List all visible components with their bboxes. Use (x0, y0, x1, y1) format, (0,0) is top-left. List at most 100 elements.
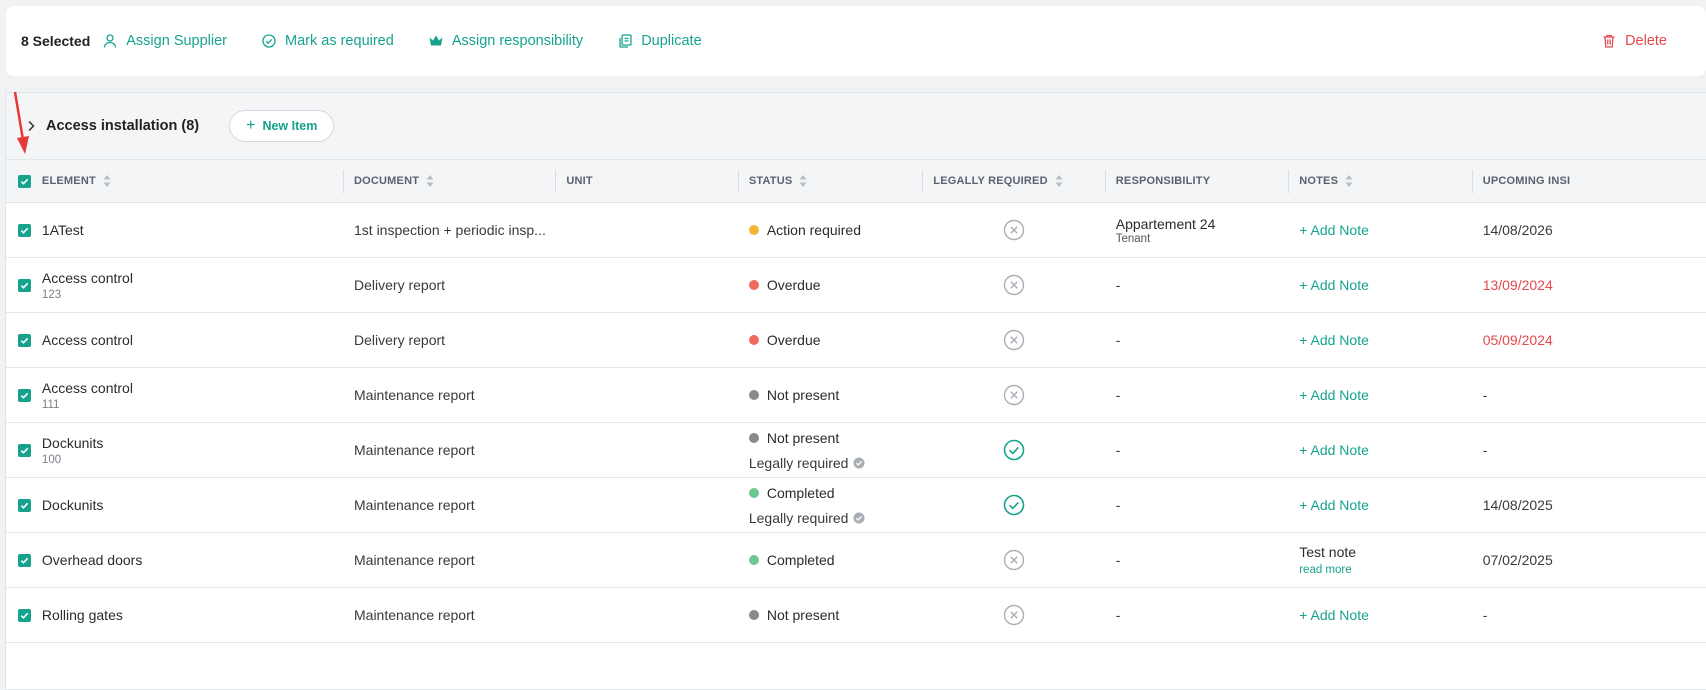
status-label: Overdue (766, 277, 821, 293)
status-dot-icon (748, 225, 759, 235)
responsibility-name: - (1115, 607, 1121, 623)
group-header: Access installation (8) + New Item (6, 93, 1706, 160)
row-checkbox-cell (6, 588, 41, 642)
table-row[interactable]: Dockunits 100 Maintenance report Not presen… (6, 423, 1706, 478)
column-header-unit: UNIT (555, 160, 737, 202)
duplicate-button[interactable]: Duplicate (617, 33, 702, 49)
unit-cell (555, 313, 737, 367)
sort-icon[interactable] (1345, 174, 1353, 188)
add-note-link[interactable]: + Add Note (1299, 332, 1369, 348)
row-checkbox[interactable] (18, 223, 31, 237)
notes-cell: + Add Note (1288, 478, 1471, 532)
add-note-link[interactable]: + Add Note (1299, 387, 1369, 403)
add-note-link[interactable]: + Add Note (1299, 277, 1369, 293)
notes-cell: + Add Note (1288, 423, 1471, 477)
sort-icon[interactable] (1055, 174, 1063, 188)
row-checkbox[interactable] (18, 278, 31, 292)
responsibility-cell: - (1105, 258, 1288, 312)
column-header-legally-required[interactable]: LEGALLY REQUIRED (922, 160, 1104, 202)
column-header-notes[interactable]: NOTES (1288, 160, 1471, 202)
row-checkbox[interactable] (18, 388, 31, 402)
upcoming-inspection-cell: - (1472, 368, 1706, 422)
document-cell: Delivery report (343, 313, 555, 367)
upcoming-inspection-cell: 13/09/2024 (1472, 258, 1706, 312)
document-name: Delivery report (354, 277, 446, 293)
responsibility-name: - (1115, 497, 1121, 513)
document-cell: Maintenance report (343, 588, 555, 642)
mark-required-button[interactable]: Mark as required (261, 33, 394, 49)
column-label: STATUS (748, 175, 793, 187)
read-more-link[interactable]: read more (1299, 564, 1356, 576)
notes-cell: + Add Note (1288, 368, 1471, 422)
copy-icon (617, 33, 633, 49)
column-header-document[interactable]: DOCUMENT (342, 160, 555, 202)
element-name: Access control (41, 332, 133, 348)
bulk-action-toolbar: 8 Selected Assign Supplier Mark as requi… (6, 6, 1706, 76)
table-row[interactable]: Access control 123 Delivery report Overdue -… (6, 258, 1706, 313)
table-row[interactable]: Dockunits Maintenance report Completed Lega… (6, 478, 1706, 533)
check-circle-icon[interactable] (1003, 494, 1025, 516)
sort-icon[interactable] (426, 174, 434, 188)
add-note-link[interactable]: + Add Note (1299, 497, 1369, 513)
unit-cell (555, 478, 737, 532)
upcoming-date: 14/08/2026 (1482, 222, 1553, 238)
x-circle-icon[interactable] (1003, 604, 1025, 626)
row-checkbox[interactable] (18, 443, 31, 457)
row-checkbox[interactable] (18, 553, 31, 567)
status-dot-icon (748, 335, 759, 345)
x-circle-icon[interactable] (1003, 274, 1025, 296)
assign-supplier-button[interactable]: Assign Supplier (102, 33, 227, 49)
new-item-button[interactable]: + New Item (229, 110, 335, 142)
add-note-link[interactable]: + Add Note (1299, 222, 1369, 238)
x-circle-icon[interactable] (1003, 329, 1025, 351)
row-checkbox-cell (6, 423, 41, 477)
table-row[interactable]: Access control Delivery report Overdue - + A… (6, 313, 1706, 368)
unit-cell (555, 588, 737, 642)
row-checkbox-cell (6, 368, 41, 422)
add-note-link[interactable]: + Add Note (1299, 442, 1369, 458)
sort-icon[interactable] (799, 174, 807, 188)
element-name: Dockunits (41, 497, 104, 513)
chevron-right-icon[interactable] (24, 119, 38, 133)
row-checkbox[interactable] (18, 498, 31, 512)
legally-required-cell (922, 588, 1104, 642)
check-circle-icon[interactable] (1003, 439, 1025, 461)
element-sub-id: 100 (41, 453, 62, 466)
upcoming-inspection-cell: 07/02/2025 (1472, 533, 1706, 587)
status-dot-icon (748, 555, 759, 565)
column-header-upcoming-inspection[interactable]: UPCOMING INSI (1471, 160, 1706, 202)
column-header-element[interactable]: ELEMENT (41, 160, 343, 202)
status-cell: Completed Legally required (738, 478, 922, 532)
row-checkbox-cell (6, 258, 41, 312)
delete-button[interactable]: Delete (1601, 33, 1667, 49)
x-circle-icon[interactable] (1003, 384, 1025, 406)
upcoming-inspection-cell: - (1472, 423, 1706, 477)
column-label: LEGALLY REQUIRED (933, 175, 1048, 187)
assign-responsibility-button[interactable]: Assign responsibility (428, 33, 583, 49)
row-checkbox[interactable] (18, 608, 31, 622)
row-checkbox[interactable] (18, 333, 31, 347)
element-name: Access control (41, 269, 133, 286)
column-header-status[interactable]: STATUS (737, 160, 922, 202)
table-row[interactable]: 1ATest 1st inspection + periodic insp... A… (6, 203, 1706, 258)
add-note-link[interactable]: + Add Note (1299, 607, 1369, 623)
duplicate-label: Duplicate (641, 33, 702, 49)
document-name: Maintenance report (354, 607, 475, 623)
select-all-checkbox[interactable] (18, 174, 31, 188)
status-dot-icon (748, 610, 759, 620)
x-circle-icon[interactable] (1003, 549, 1025, 571)
unit-cell (555, 258, 737, 312)
element-name: Rolling gates (41, 607, 123, 623)
element-name: 1ATest (41, 222, 84, 238)
table-row[interactable]: Rolling gates Maintenance report Not prese… (6, 588, 1706, 643)
element-table-panel: Access installation (8) + New Item ELEME… (5, 92, 1706, 690)
element-name: Overhead doors (41, 552, 143, 568)
table-row[interactable]: Access control 111 Maintenance report Not p… (6, 368, 1706, 423)
column-label: UNIT (566, 175, 593, 187)
plus-icon: + (246, 117, 256, 134)
table-row[interactable]: Overhead doors Maintenance report Complete… (6, 533, 1706, 588)
document-cell: Delivery report (343, 258, 555, 312)
x-circle-icon[interactable] (1003, 219, 1025, 241)
sort-icon[interactable] (103, 174, 111, 188)
selected-count: 8 Selected (21, 33, 91, 49)
